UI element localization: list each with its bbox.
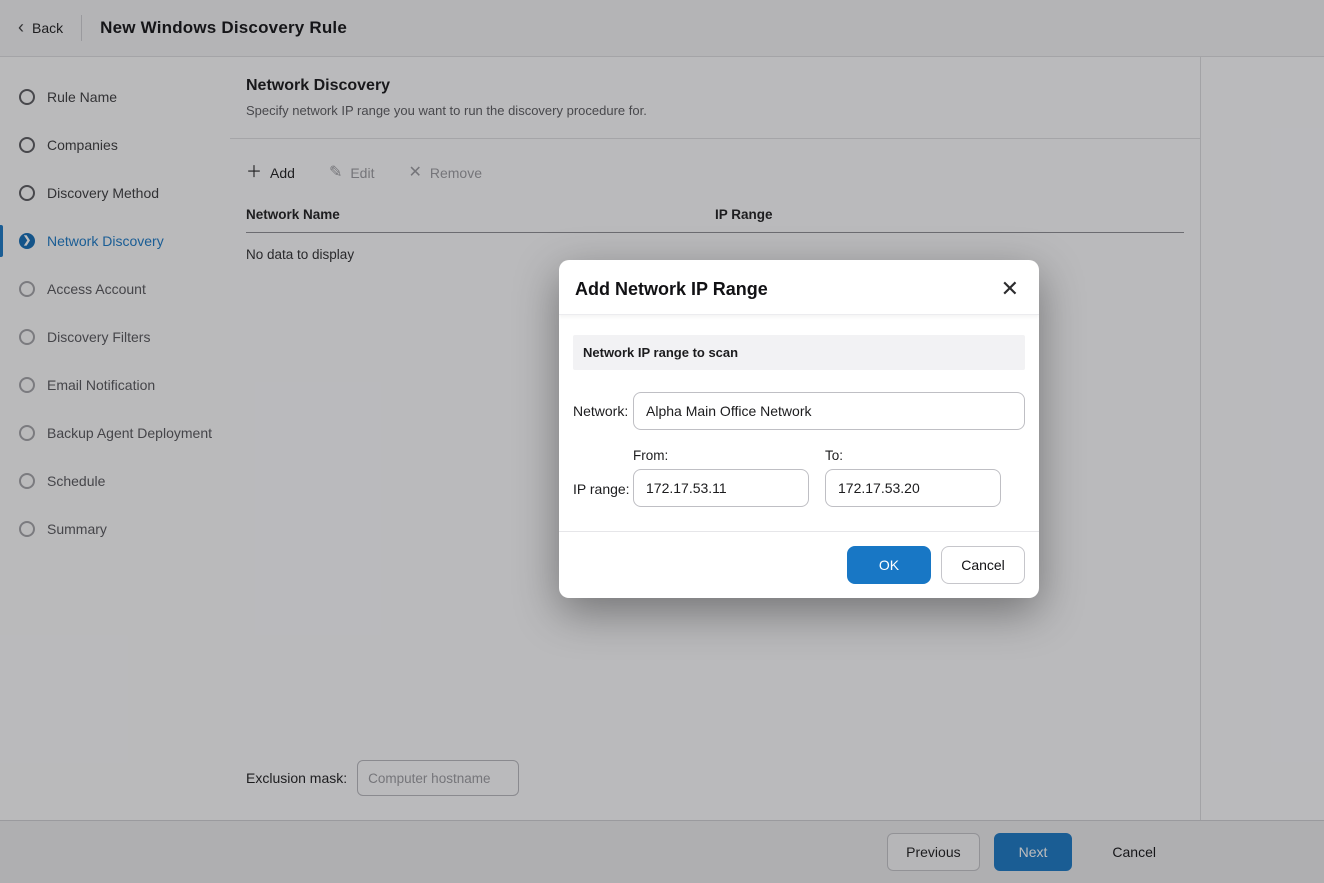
dialog-section-header: Network IP range to scan xyxy=(573,335,1025,370)
to-label: To: xyxy=(825,448,1001,463)
network-name-input[interactable] xyxy=(633,392,1025,430)
ip-to-input[interactable] xyxy=(825,469,1001,507)
dialog-title: Add Network IP Range xyxy=(575,279,768,300)
dialog-cancel-button[interactable]: Cancel xyxy=(941,546,1025,584)
ok-button[interactable]: OK xyxy=(847,546,931,584)
ip-to-field: To: xyxy=(825,448,1001,507)
network-field-row: Network: xyxy=(573,392,1025,430)
dialog-footer: OK Cancel xyxy=(559,531,1039,598)
from-label: From: xyxy=(633,448,809,463)
ip-from-field: From: xyxy=(633,448,809,507)
ip-range-label: IP range: xyxy=(573,481,633,507)
dialog-header: Add Network IP Range ✕ xyxy=(559,260,1039,315)
close-icon[interactable]: ✕ xyxy=(1001,278,1019,300)
network-label: Network: xyxy=(573,403,633,419)
ip-from-input[interactable] xyxy=(633,469,809,507)
app-window: ‹ Back New Windows Discovery Rule Rule N… xyxy=(0,0,1324,883)
dialog-form: Network: IP range: From: To: xyxy=(559,370,1039,507)
add-network-ip-range-dialog: Add Network IP Range ✕ Network IP range … xyxy=(559,260,1039,598)
ip-range-row: IP range: From: To: xyxy=(573,448,1025,507)
